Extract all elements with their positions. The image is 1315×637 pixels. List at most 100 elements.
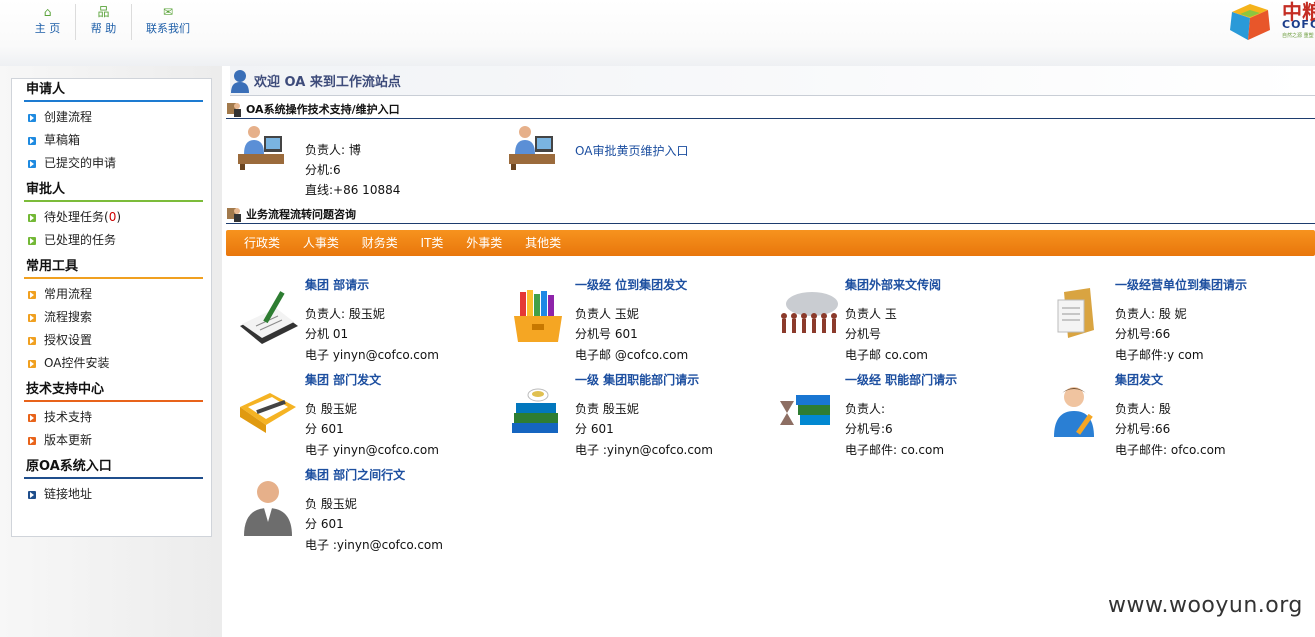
nav-contact-label: 联系我们: [146, 22, 190, 35]
flow-card-owner: 负责人: 殷: [1115, 402, 1171, 416]
flow-card-owner: 负责人 玉: [845, 307, 897, 321]
section-title-legacy-oa: 原OA系统入口: [24, 456, 203, 479]
flow-card-title[interactable]: 一级经 职能部门请示: [845, 373, 1035, 387]
sidebar: 申请人 创建流程 草稿箱 已提交的申请 审批人 待处理任务(0) 已处理的任务 …: [11, 78, 212, 537]
arrow-bullet-icon: [28, 490, 36, 499]
flow-card: 集团发文 负责人: 殷 分机号:66 电子邮件: ofco.com: [1036, 373, 1306, 468]
sidebar-item-label: 草稿箱: [44, 133, 81, 147]
arrow-bullet-icon: [28, 359, 36, 368]
sidebar-item-label: 流程搜索: [44, 310, 93, 324]
tab-other[interactable]: 其他类: [525, 230, 561, 256]
flow-card-title[interactable]: 一级经营单位到集团请示: [1115, 278, 1305, 292]
operator-at-computer-icon: [238, 126, 284, 170]
support-contact: 负责人: 博 分机:6 直线:+86 10884: [305, 140, 400, 200]
flow-card-title[interactable]: 集团 部门发文: [305, 373, 495, 387]
arrow-bullet-icon: [28, 290, 36, 299]
people-map-icon: [781, 292, 838, 333]
sidebar-item-auth-settings[interactable]: 授权设置: [28, 329, 211, 352]
mail-icon: ✉: [162, 5, 174, 19]
flow-card-title[interactable]: 集团 部门之间行文: [305, 468, 495, 482]
sidebar-item-label: 待处理任务: [44, 210, 105, 224]
books-teacup-icon: [512, 388, 558, 433]
sidebar-item-submitted[interactable]: 已提交的申请: [28, 152, 211, 175]
arrow-bullet-icon: [28, 136, 36, 145]
arrow-bullet-icon: [28, 236, 36, 245]
sidebar-item-link-address[interactable]: 链接地址: [28, 483, 211, 506]
main-content: 欢迎 OA 来到工作流站点 OA系统操作技术支持/维护入口 负责人: 博 分机:…: [226, 66, 1315, 637]
user-edit-icon: [1054, 387, 1094, 437]
flow-card-email: 电子邮 @cofco.com: [575, 348, 689, 362]
flow-card-ext: 分机号: [845, 327, 882, 341]
flow-card-owner: 负责人 玉妮: [575, 307, 639, 321]
flow-card-email: 电子 yinyn@cofco.com: [305, 443, 439, 457]
section-title-applicant: 申请人: [24, 79, 203, 102]
arrow-bullet-icon: [28, 336, 36, 345]
category-tabs: 行政类 人事类 财务类 IT类 外事类 其他类: [226, 230, 1315, 256]
home-icon: ⌂: [43, 5, 52, 19]
consult-staff-icon: [227, 208, 241, 222]
support-contact-name: 负责人: 博: [305, 143, 361, 157]
tab-foreign-affairs[interactable]: 外事类: [466, 230, 502, 256]
sidebar-item-label: 创建流程: [44, 110, 93, 124]
folder-documents-icon: [1057, 288, 1094, 338]
pending-count: 0: [108, 210, 117, 224]
flow-card-title[interactable]: 集团外部来文传阅: [845, 278, 1035, 292]
arrow-bullet-icon: [28, 313, 36, 322]
flow-card-title[interactable]: 一级 集团职能部门请示: [575, 373, 765, 387]
sidebar-item-label: 版本更新: [44, 433, 93, 447]
sidebar-item-processed-tasks[interactable]: 已处理的任务: [28, 229, 211, 252]
sidebar-item-label: 链接地址: [44, 487, 93, 501]
tab-hr[interactable]: 人事类: [303, 230, 339, 256]
maintenance-entry-link[interactable]: OA审批黄页维护入口: [575, 141, 688, 161]
sidebar-item-create-flow[interactable]: 创建流程: [28, 106, 211, 129]
flow-card: 集团 部请示 负责人: 殷玉妮 分机 01 电子 yinyn@cofco.com: [226, 278, 496, 373]
nav-help-label: 帮 助: [90, 22, 117, 35]
sidebar-item-label: 已提交的申请: [44, 156, 117, 170]
flow-card-ext: 分 601: [305, 422, 344, 436]
nav-contact[interactable]: ✉ 联系我们: [132, 4, 204, 40]
flow-card-email: 电子 :yinyn@cofco.com: [305, 538, 443, 552]
flow-card: 一级经 位到集团发文 负责人 玉妮 分机号 601 电子邮 @cofco.com: [496, 278, 766, 373]
flow-card-ext: 分机号:66: [1115, 422, 1171, 436]
sidebar-item-version-update[interactable]: 版本更新: [28, 429, 211, 452]
flow-card: 集团外部来文传阅 负责人 玉 分机号 电子邮 co.com: [766, 278, 1036, 373]
sidebar-item-flow-search[interactable]: 流程搜索: [28, 306, 211, 329]
arrow-bullet-icon: [28, 113, 36, 122]
sidebar-item-pending-tasks[interactable]: 待处理任务(0): [28, 206, 211, 229]
flow-card-ext: 分机号:66: [1115, 327, 1171, 341]
tab-it[interactable]: IT类: [421, 230, 444, 256]
arrow-bullet-icon: [28, 413, 36, 422]
flow-card-title[interactable]: 集团 部请示: [305, 278, 495, 292]
flow-card-title[interactable]: 集团发文: [1115, 373, 1305, 387]
help-icon: 品: [97, 5, 110, 19]
flow-card-owner: 负责人: 殷玉妮: [305, 307, 385, 321]
tab-admin[interactable]: 行政类: [244, 230, 280, 256]
maintainer-at-computer-icon: [509, 126, 555, 170]
logo-en: COFCO: [1282, 18, 1315, 31]
flow-card: 一级经 职能部门请示 负责人: 分机号:6 电子邮件: co.com: [766, 373, 1036, 468]
sidebar-item-label: OA控件安装: [44, 356, 110, 370]
flow-card-owner: 负责 殷玉妮: [575, 402, 639, 416]
count-close: ): [116, 210, 122, 224]
sidebar-item-oa-control[interactable]: OA控件安装: [28, 352, 211, 375]
tab-finance[interactable]: 财务类: [362, 230, 398, 256]
sidebar-item-common-flows[interactable]: 常用流程: [28, 283, 211, 306]
nav-home-label: 主 页: [34, 22, 61, 35]
sidebar-item-label: 常用流程: [44, 287, 93, 301]
arrow-bullet-icon: [28, 213, 36, 222]
flow-card-ext: 分机 01: [305, 327, 349, 341]
section-title-approver: 审批人: [24, 179, 203, 202]
logo-cube-icon: [1230, 4, 1270, 40]
nav-help[interactable]: 品 帮 助: [76, 4, 132, 40]
flow-card-email: 电子邮件: ofco.com: [1115, 443, 1226, 457]
consult-section-title: 业务流程流转问题咨询: [246, 208, 356, 221]
sidebar-item-tech-support[interactable]: 技术支持: [28, 406, 211, 429]
flow-card-email: 电子 yinyn@cofco.com: [305, 348, 439, 362]
flow-card-owner: 负 殷玉妮: [305, 497, 357, 511]
sidebar-item-drafts[interactable]: 草稿箱: [28, 129, 211, 152]
nav-home[interactable]: ⌂ 主 页: [20, 4, 76, 40]
signing-document-icon: [240, 291, 298, 344]
flow-card-title[interactable]: 一级经 位到集团发文: [575, 278, 765, 292]
flow-card-owner: 负责人:: [845, 402, 886, 416]
watermark: www.wooyun.org: [1108, 593, 1303, 618]
